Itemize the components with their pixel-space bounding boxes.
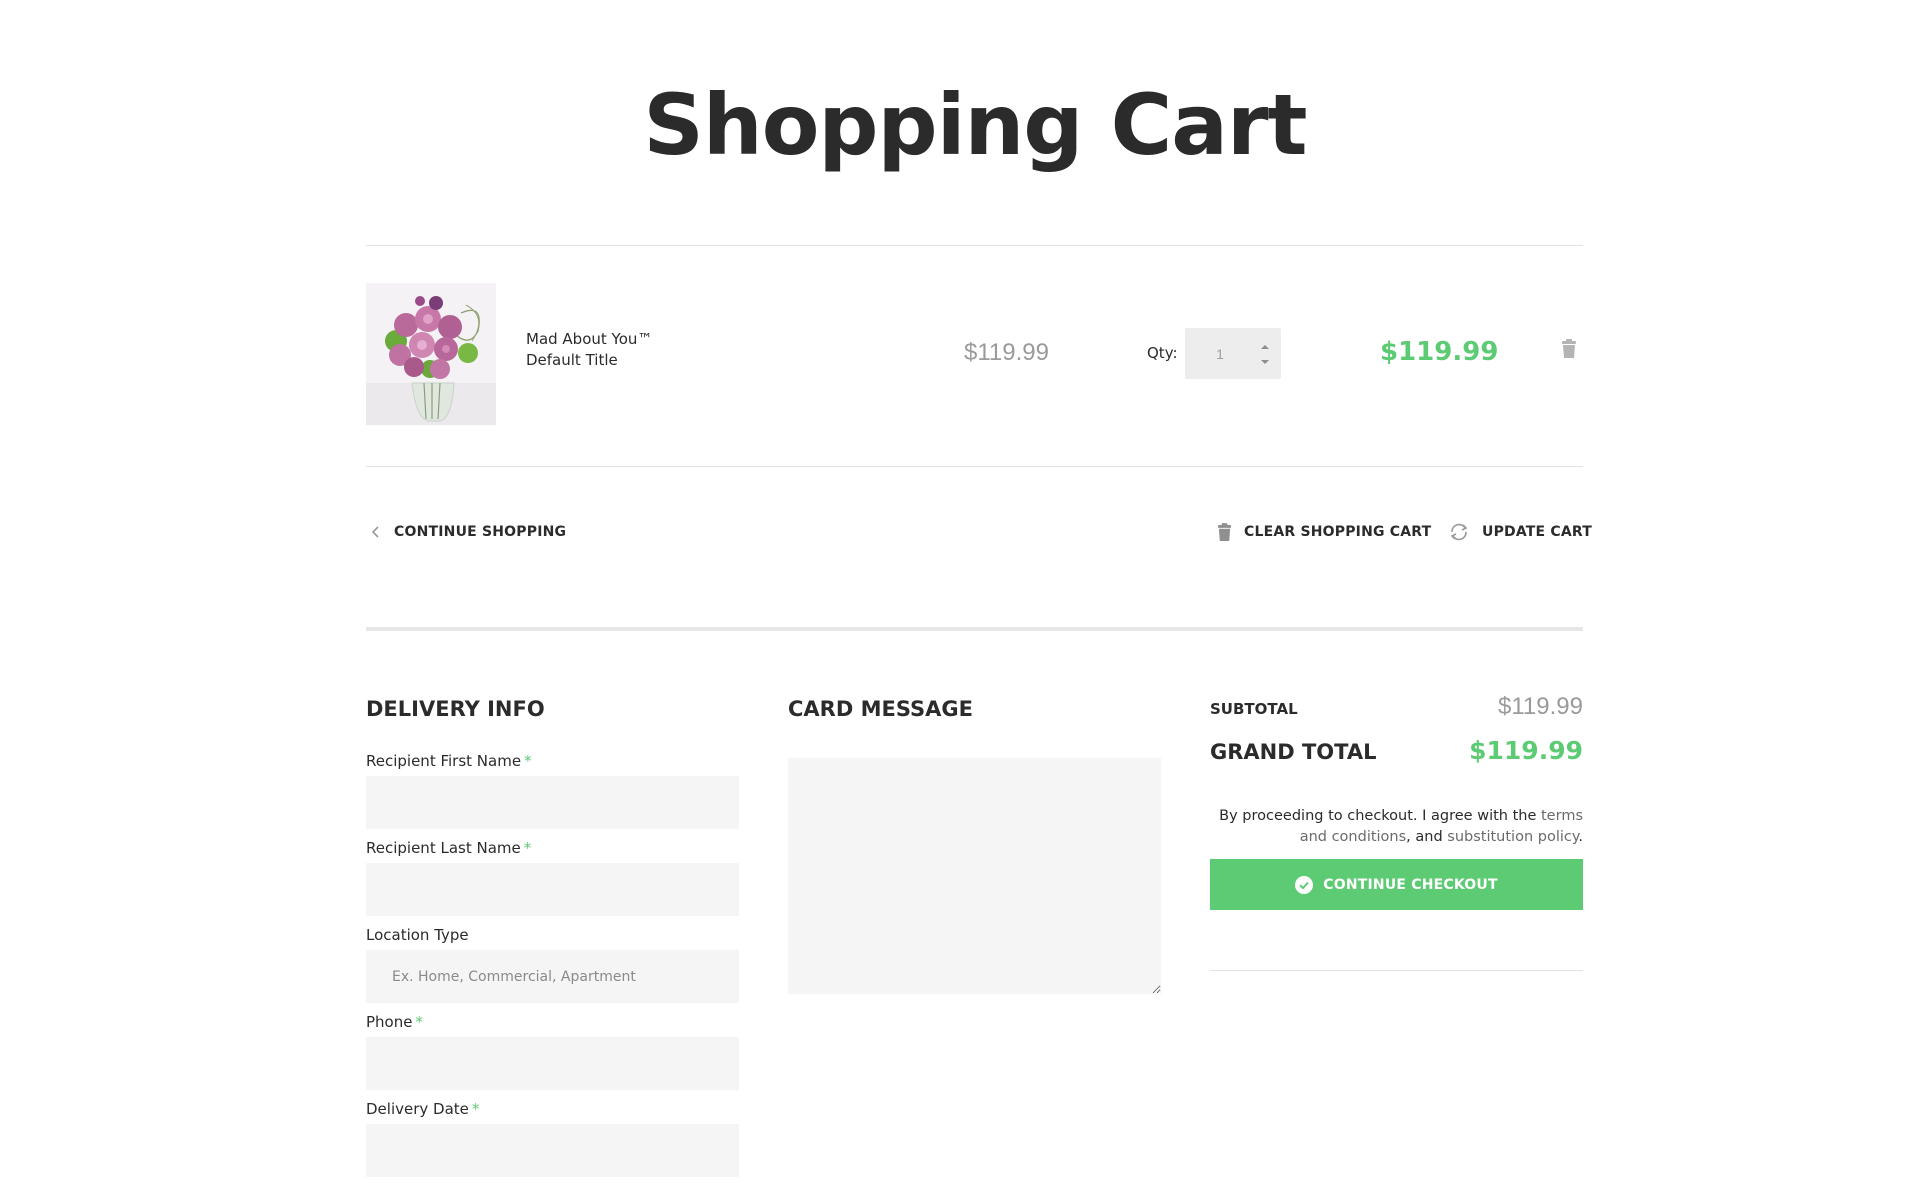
clear-cart-label: CLEAR SHOPPING CART bbox=[1244, 524, 1432, 540]
first-name-field[interactable] bbox=[366, 776, 739, 829]
phone-label: Phone * bbox=[366, 1013, 423, 1031]
continue-shopping-label: CONTINUE SHOPPING bbox=[394, 524, 567, 540]
first-name-label: Recipient First Name * bbox=[366, 752, 532, 770]
card-message-heading: CARD MESSAGE bbox=[788, 697, 973, 721]
refresh-icon bbox=[1448, 523, 1470, 541]
delivery-date-label: Delivery Date * bbox=[366, 1100, 479, 1118]
location-type-field[interactable] bbox=[366, 950, 739, 1003]
chevron-left-icon bbox=[370, 525, 382, 539]
continue-shopping-button[interactable]: CONTINUE SHOPPING bbox=[370, 521, 566, 543]
increment-arrow-icon[interactable] bbox=[1255, 339, 1275, 353]
product-image[interactable] bbox=[366, 283, 496, 425]
flower-bouquet-image bbox=[366, 283, 496, 425]
decrement-arrow-icon[interactable] bbox=[1255, 354, 1275, 368]
delivery-date-label-text: Delivery Date bbox=[366, 1100, 469, 1118]
agreement-mid: , and bbox=[1406, 829, 1443, 845]
divider-cart-bottom bbox=[366, 466, 1583, 467]
subtotal-label: SUBTOTAL bbox=[1210, 700, 1298, 718]
agreement-suffix: . bbox=[1578, 829, 1583, 845]
last-name-field[interactable] bbox=[366, 863, 739, 916]
quantity-stepper[interactable] bbox=[1185, 328, 1281, 379]
last-name-label-text: Recipient Last Name bbox=[366, 839, 521, 857]
update-cart-label: UPDATE CART bbox=[1482, 524, 1592, 540]
card-message-textarea[interactable] bbox=[788, 758, 1161, 994]
product-name[interactable]: Mad About You™ bbox=[526, 330, 652, 348]
grand-total-label: GRAND TOTAL bbox=[1210, 740, 1377, 764]
checkout-agreement-text: By proceeding to checkout. I agree with … bbox=[1210, 806, 1583, 848]
update-cart-button[interactable]: UPDATE CART bbox=[1448, 521, 1592, 543]
unit-price: $119.99 bbox=[964, 339, 1049, 366]
substitution-policy-link[interactable]: substitution policy bbox=[1447, 829, 1578, 845]
line-total: $119.99 bbox=[1380, 337, 1499, 367]
trash-icon bbox=[1217, 522, 1232, 542]
location-type-label: Location Type bbox=[366, 926, 469, 944]
continue-checkout-button[interactable]: CONTINUE CHECKOUT bbox=[1210, 859, 1583, 910]
delivery-date-field[interactable] bbox=[366, 1124, 739, 1177]
last-name-label: Recipient Last Name * bbox=[366, 839, 531, 857]
phone-label-text: Phone bbox=[366, 1013, 413, 1031]
agreement-prefix: By proceeding to checkout. I agree with … bbox=[1219, 808, 1537, 824]
required-marker: * bbox=[524, 752, 532, 770]
section-divider bbox=[366, 627, 1583, 631]
first-name-label-text: Recipient First Name bbox=[366, 752, 522, 770]
product-variant: Default Title bbox=[526, 351, 618, 369]
subtotal-value: $119.99 bbox=[1498, 693, 1583, 720]
qty-label: Qty: bbox=[1147, 344, 1178, 362]
page-title: Shopping Cart bbox=[643, 76, 1307, 174]
delivery-info-heading: DELIVERY INFO bbox=[366, 697, 545, 721]
shopping-cart-page: Shopping Cart Mad About You™ Default Tit… bbox=[0, 0, 1920, 1200]
quantity-input[interactable] bbox=[1185, 328, 1255, 379]
phone-field[interactable] bbox=[366, 1037, 739, 1090]
divider-top bbox=[366, 245, 1583, 246]
grand-total-value: $119.99 bbox=[1469, 736, 1583, 765]
required-marker: * bbox=[523, 839, 532, 857]
required-marker: * bbox=[471, 1100, 480, 1118]
summary-divider bbox=[1210, 970, 1583, 971]
required-marker: * bbox=[415, 1013, 423, 1031]
clear-cart-button[interactable]: CLEAR SHOPPING CART bbox=[1217, 521, 1431, 543]
continue-checkout-label: CONTINUE CHECKOUT bbox=[1323, 876, 1498, 893]
check-circle-icon bbox=[1295, 875, 1314, 894]
remove-item-trash-icon[interactable] bbox=[1561, 339, 1577, 363]
